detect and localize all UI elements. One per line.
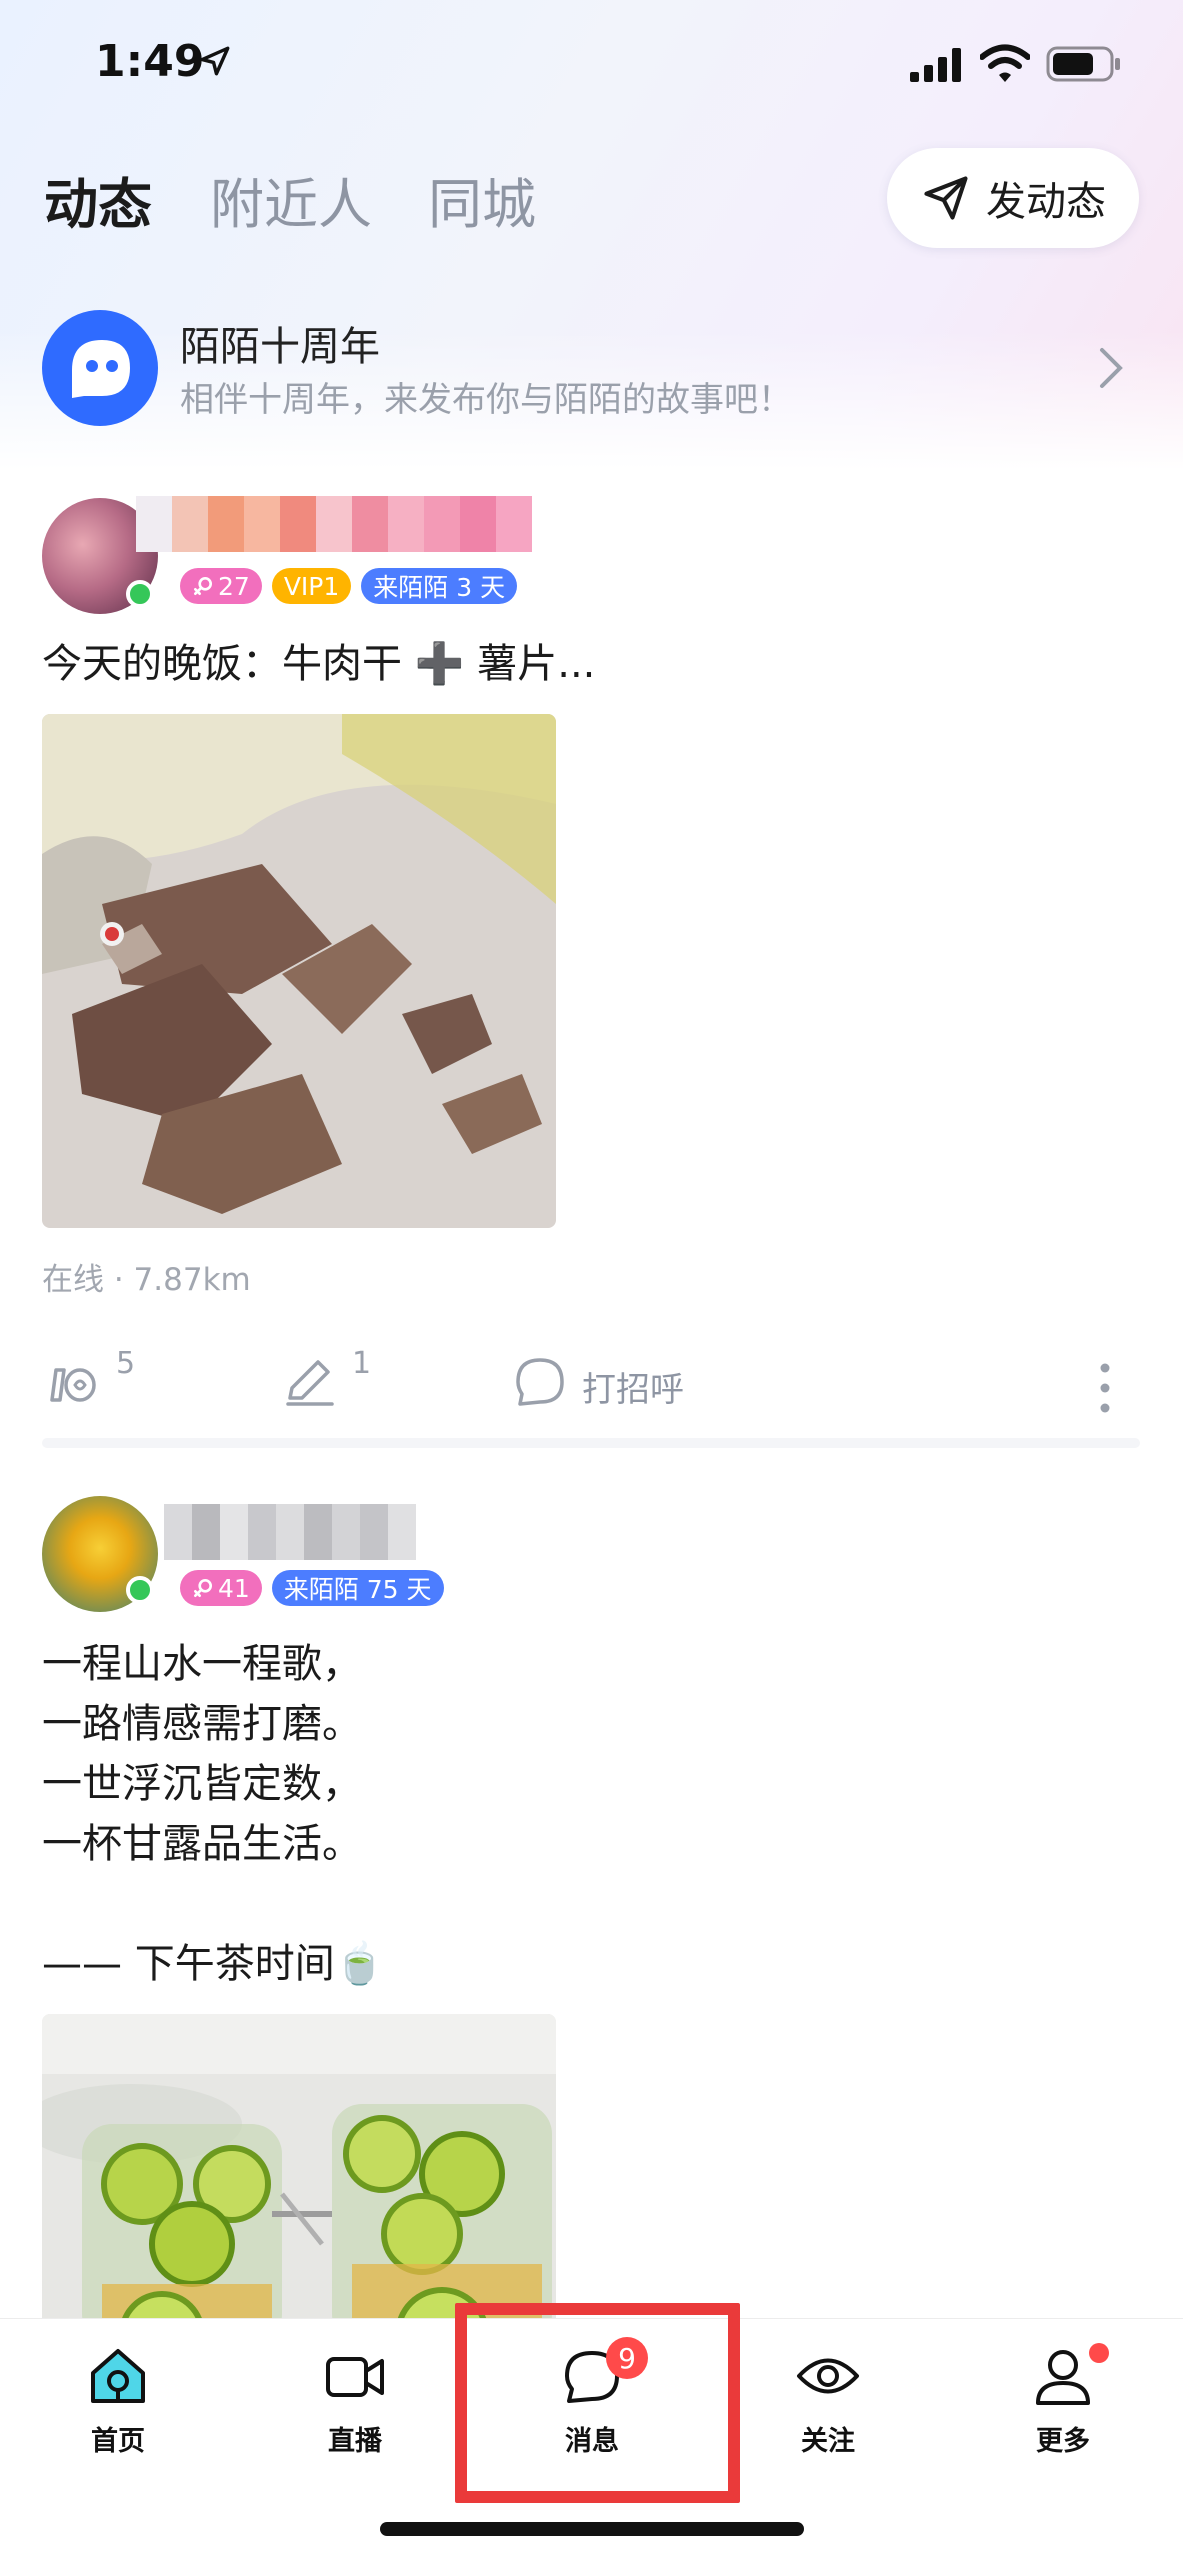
status-bar: 1:49 xyxy=(0,0,1183,130)
post-actions: 5 1 打招呼 xyxy=(0,1346,1183,1430)
female-icon xyxy=(193,576,213,596)
age-badge: 27 xyxy=(180,568,262,604)
user-badges: 41 来陌陌 75 天 xyxy=(180,1570,444,1606)
video-camera-icon xyxy=(326,2357,384,2397)
like-count: 5 xyxy=(116,1346,136,1381)
vip-badge: VIP1 xyxy=(271,568,352,604)
paper-plane-icon xyxy=(924,176,968,220)
feed-tabs: 动态 附近人 同城 发动态 xyxy=(0,140,1183,250)
member-days-badge: 来陌陌 75 天 xyxy=(271,1570,444,1606)
status-time: 1:49 xyxy=(95,36,205,87)
momo-logo-icon xyxy=(42,310,158,426)
tab-same-city[interactable]: 同城 xyxy=(428,160,536,239)
user-badges: 27 VIP1 来陌陌 3 天 xyxy=(180,568,518,604)
post-image[interactable] xyxy=(42,714,556,1228)
age-text: 27 xyxy=(218,571,250,601)
post-image[interactable] xyxy=(42,2014,556,2344)
tab-more-label: 更多 xyxy=(1036,2426,1090,2457)
pencil-icon xyxy=(286,1360,334,1406)
tab-live-label: 直播 xyxy=(328,2426,382,2457)
online-status-dot xyxy=(126,580,154,608)
tab-nearby[interactable]: 附近人 xyxy=(210,160,372,239)
post-text: 今天的晚饭：牛肉干 ➕ 薯片... xyxy=(42,641,596,687)
eye-icon xyxy=(797,2358,859,2394)
chevron-right-icon xyxy=(1100,348,1123,388)
chat-bubble-icon xyxy=(516,1358,564,1406)
member-days-badge: 来陌陌 3 天 xyxy=(361,568,518,604)
home-icon xyxy=(91,2349,145,2403)
notification-dot xyxy=(1089,2343,1109,2363)
anniversary-banner[interactable]: 陌陌十周年 相伴十周年，来发布你与陌陌的故事吧！ xyxy=(0,300,1183,440)
username-blurred xyxy=(136,496,532,552)
location-arrow-icon xyxy=(200,46,230,76)
wifi-icon xyxy=(980,44,1030,82)
greet-label: 打招呼 xyxy=(582,1370,684,1410)
person-icon xyxy=(1036,2350,1090,2405)
ten-year-like-icon xyxy=(50,1368,96,1402)
tab-dynamics[interactable]: 动态 xyxy=(44,160,152,239)
tab-follow[interactable]: 关注 xyxy=(758,2341,898,2458)
like-button[interactable]: 5 xyxy=(42,1346,135,1414)
post-text: 一程山水一程歌， 一路情感需打磨。 一世浮沉皆定数， 一杯甘露品生活。 —— 下… xyxy=(42,1641,385,1987)
home-indicator[interactable] xyxy=(380,2522,804,2536)
tab-live[interactable]: 直播 xyxy=(285,2341,425,2458)
age-text: 41 xyxy=(218,1573,250,1603)
tab-more[interactable]: 更多 xyxy=(993,2341,1133,2458)
username-blurred xyxy=(164,1504,416,1560)
banner-title: 陌陌十周年 xyxy=(180,324,380,370)
greet-button[interactable]: 打招呼 xyxy=(508,1350,684,1414)
banner-subtitle: 相伴十周年，来发布你与陌陌的故事吧！ xyxy=(180,380,792,420)
more-options-icon[interactable] xyxy=(1090,1358,1120,1418)
comment-count: 1 xyxy=(352,1346,372,1381)
age-badge: 41 xyxy=(180,1570,262,1606)
post-dynamic-button[interactable]: 发动态 xyxy=(887,148,1139,248)
battery-icon xyxy=(1046,46,1120,82)
post-divider xyxy=(42,1438,1140,1448)
comment-button[interactable]: 1 xyxy=(278,1346,371,1414)
tab-home-label: 首页 xyxy=(91,2426,145,2457)
highlight-annotation-box xyxy=(455,2303,740,2503)
female-icon xyxy=(193,1578,213,1598)
cellular-signal-icon xyxy=(910,48,961,82)
tab-follow-label: 关注 xyxy=(801,2426,855,2457)
tab-home[interactable]: 首页 xyxy=(48,2341,188,2458)
online-status-dot xyxy=(126,1576,154,1604)
online-distance: 在线 · 7.87km xyxy=(42,1262,251,1298)
post-button-label: 发动态 xyxy=(986,179,1106,225)
